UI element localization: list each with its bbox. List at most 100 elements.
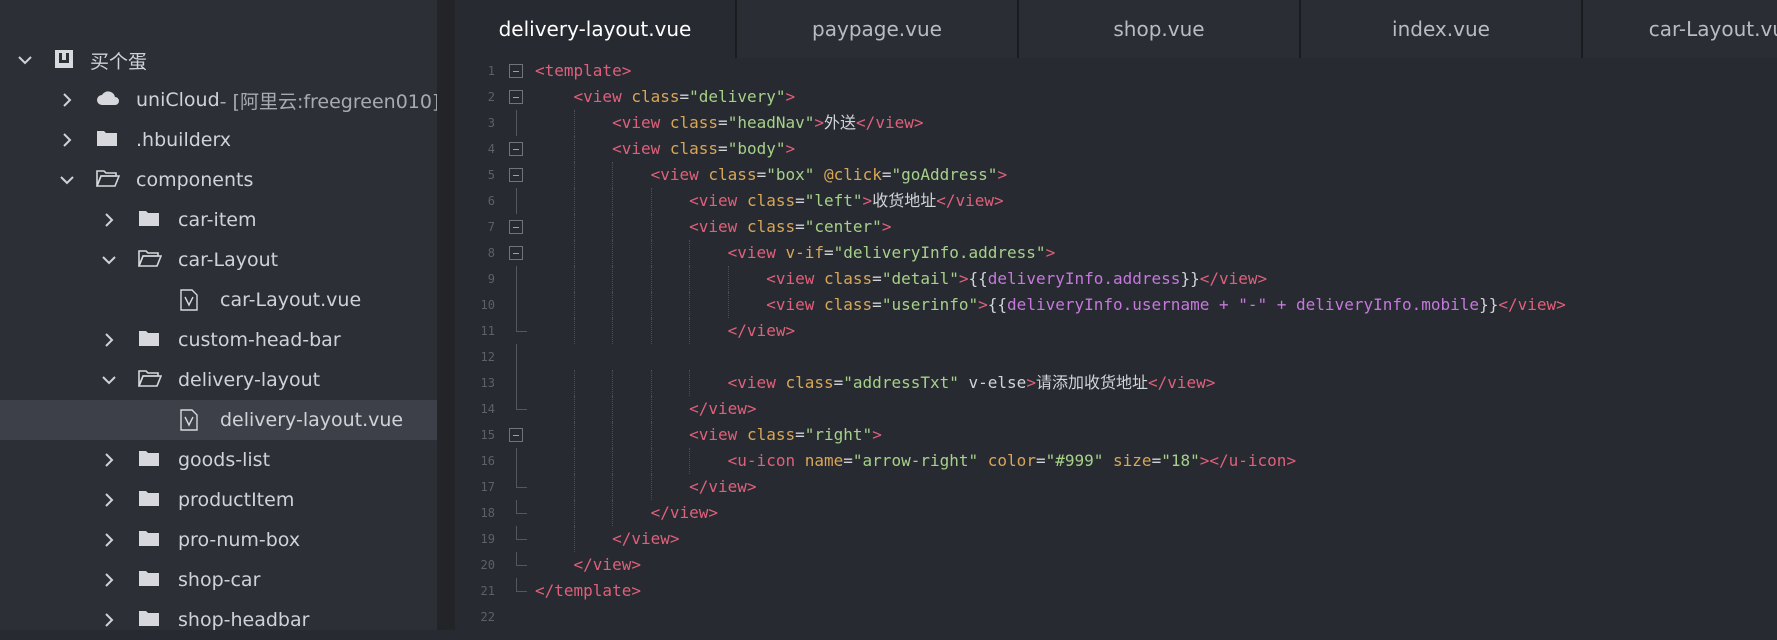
line-number: 11 bbox=[480, 324, 495, 338]
editor-tab[interactable]: car-Layout.vue bbox=[1583, 0, 1777, 58]
fold-guide bbox=[516, 110, 517, 136]
tree-item-label: delivery-layout bbox=[178, 369, 321, 391]
code-line[interactable]: 2 <view class="delivery"> bbox=[455, 84, 1777, 110]
code-line[interactable]: 3 <view class="headNav">外送</view> bbox=[455, 110, 1777, 136]
line-number: 19 bbox=[480, 532, 495, 546]
code-line[interactable]: 21 </template> bbox=[455, 578, 1777, 604]
code-line[interactable]: 19 </view> bbox=[455, 526, 1777, 552]
line-number: 12 bbox=[480, 350, 495, 364]
line-number: 14 bbox=[480, 402, 495, 416]
project-explorer: 买个蛋 uniCloud - [阿里云:freegreen010] .hbuild… bbox=[0, 0, 581, 631]
tree-item-label: productItem bbox=[178, 489, 295, 511]
code-line[interactable]: 14 </view> bbox=[455, 396, 1777, 422]
code-line[interactable]: 16 <u-icon name="arrow-right" color="#99… bbox=[455, 448, 1777, 474]
tree-item[interactable]: components bbox=[0, 160, 497, 200]
chevron-right-icon[interactable] bbox=[102, 573, 116, 587]
chevron-down-icon[interactable] bbox=[102, 373, 116, 387]
line-number: 4 bbox=[487, 142, 495, 156]
fold-guide bbox=[516, 448, 517, 474]
panel-divider[interactable] bbox=[437, 0, 455, 630]
code-line[interactable]: 17 </view> bbox=[455, 474, 1777, 500]
fold-guide bbox=[516, 188, 517, 214]
fold-toggle-icon[interactable] bbox=[509, 246, 523, 260]
code-text: <view class="body"> bbox=[612, 139, 796, 158]
code-line[interactable]: 15 <view class="right"> bbox=[455, 422, 1777, 448]
line-number: 22 bbox=[480, 610, 495, 624]
code-line[interactable]: 11 </view> bbox=[455, 318, 1777, 344]
chevron-right-icon[interactable] bbox=[102, 333, 116, 347]
chevron-down-icon[interactable] bbox=[60, 173, 74, 187]
code-text: <view class="userinfo">{{deliveryInfo.us… bbox=[766, 295, 1566, 314]
fold-guide bbox=[516, 474, 527, 488]
editor-tabs: delivery-layout.vue paypage.vue shop.vue in… bbox=[455, 0, 1777, 58]
line-number: 9 bbox=[487, 272, 495, 286]
tree-item-label: delivery-layout.vue bbox=[220, 409, 404, 431]
line-number: 2 bbox=[487, 90, 495, 104]
folder-icon bbox=[138, 209, 164, 231]
tree-item[interactable]: .hbuilderx bbox=[0, 120, 497, 160]
editor-tab[interactable]: delivery-layout.vue bbox=[455, 0, 737, 58]
code-line[interactable]: 10 <view class="userinfo">{{deliveryInfo… bbox=[455, 292, 1777, 318]
folder-icon bbox=[138, 329, 164, 351]
project-root[interactable]: 买个蛋 bbox=[0, 40, 455, 80]
code-text: </view> bbox=[727, 321, 796, 340]
code-text: <view class="left">收货地址</view> bbox=[689, 191, 1004, 210]
code-text: <view class="headNav">外送</view> bbox=[612, 113, 924, 132]
fold-guide bbox=[516, 396, 527, 410]
code-line[interactable]: 12 bbox=[455, 344, 1777, 370]
chevron-right-icon[interactable] bbox=[102, 533, 116, 547]
code-line[interactable]: 22 bbox=[455, 604, 1777, 630]
folder-open-icon bbox=[138, 249, 164, 271]
code-line[interactable]: 6 <view class="left">收货地址</view> bbox=[455, 188, 1777, 214]
code-line[interactable]: 7 <view class="center"> bbox=[455, 214, 1777, 240]
fold-guide bbox=[516, 292, 517, 318]
fold-toggle-icon[interactable] bbox=[509, 90, 523, 104]
fold-toggle-icon[interactable] bbox=[509, 220, 523, 234]
tree-item-label: shop-car bbox=[178, 569, 261, 591]
folder-icon bbox=[138, 569, 164, 591]
fold-toggle-icon[interactable] bbox=[509, 64, 523, 78]
code-text: </view> bbox=[650, 503, 719, 522]
chevron-right-icon[interactable] bbox=[102, 213, 116, 227]
folder-icon bbox=[138, 529, 164, 551]
tree-item[interactable]: uniCloud - [阿里云:freegreen010] bbox=[0, 80, 497, 120]
code-line[interactable]: 8 <view v-if="deliveryInfo.address"> bbox=[455, 240, 1777, 266]
chevron-down-icon[interactable] bbox=[102, 253, 116, 267]
code-line[interactable]: 1 <template> bbox=[455, 58, 1777, 84]
code-line[interactable]: 20 </view> bbox=[455, 552, 1777, 578]
code-editor[interactable]: delivery-layout.vue paypage.vue shop.vue in… bbox=[455, 0, 1777, 630]
chevron-right-icon[interactable] bbox=[102, 453, 116, 467]
folder-open-icon bbox=[96, 169, 122, 191]
editor-tab[interactable]: shop.vue bbox=[1019, 0, 1301, 58]
vue-file-icon bbox=[180, 409, 206, 431]
code-text: <view class="center"> bbox=[689, 217, 892, 236]
line-number: 18 bbox=[480, 506, 495, 520]
chevron-right-icon[interactable] bbox=[102, 613, 116, 627]
code-line[interactable]: 4 <view class="body"> bbox=[455, 136, 1777, 162]
chevron-right-icon[interactable] bbox=[60, 133, 74, 147]
code-line[interactable]: 5 <view class="box" @click="goAddress"> bbox=[455, 162, 1777, 188]
editor-tab[interactable]: index.vue bbox=[1301, 0, 1583, 58]
fold-guide bbox=[516, 266, 517, 292]
fold-toggle-icon[interactable] bbox=[509, 168, 523, 182]
folder-icon bbox=[138, 449, 164, 471]
code-line[interactable]: 18 </view> bbox=[455, 500, 1777, 526]
code-line[interactable]: 13 <view class="addressTxt" v-else>请添加收货… bbox=[455, 370, 1777, 396]
fold-toggle-icon[interactable] bbox=[509, 142, 523, 156]
code-text: <u-icon name="arrow-right" color="#999" … bbox=[727, 451, 1297, 470]
chevron-right-icon[interactable] bbox=[102, 493, 116, 507]
chevron-down-icon[interactable] bbox=[18, 53, 32, 67]
line-number: 5 bbox=[487, 168, 495, 182]
editor-tab[interactable]: paypage.vue bbox=[737, 0, 1019, 58]
line-number: 3 bbox=[487, 116, 495, 130]
code-text: <view class="detail">{{deliveryInfo.addr… bbox=[766, 269, 1268, 288]
code-text: </view> bbox=[689, 477, 757, 496]
chevron-right-icon[interactable] bbox=[60, 93, 74, 107]
code-text: <view class="delivery"> bbox=[573, 87, 796, 106]
fold-toggle-icon[interactable] bbox=[509, 428, 523, 442]
code-line[interactable]: 9 <view class="detail">{{deliveryInfo.ad… bbox=[455, 266, 1777, 292]
tree-item-label: components bbox=[136, 169, 254, 191]
fold-guide bbox=[516, 344, 517, 370]
line-number: 15 bbox=[480, 428, 495, 442]
